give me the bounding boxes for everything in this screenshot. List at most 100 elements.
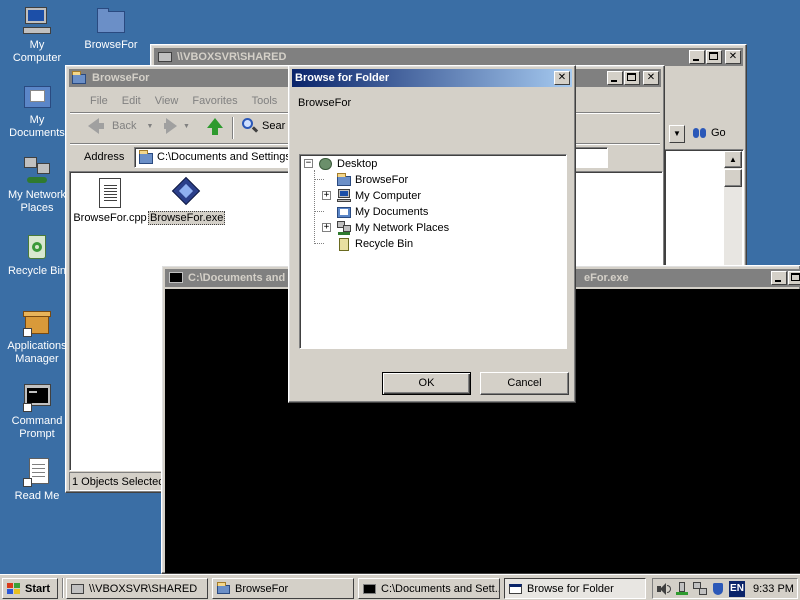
recycle-bin-icon — [336, 237, 352, 251]
start-label: Start — [25, 582, 51, 595]
folder-icon — [139, 150, 153, 164]
toolbar-separator — [232, 117, 234, 139]
task-label: Browse for Folder — [527, 582, 614, 595]
desktop-icon-label: My Network Places — [7, 189, 67, 214]
file-name: BrowseFor.cpp — [73, 212, 147, 224]
taskbar-separator — [62, 578, 64, 598]
desktop-icon-label: My Documents — [9, 114, 65, 139]
menu-tools[interactable]: Tools — [245, 95, 285, 107]
minimize-button[interactable] — [607, 71, 623, 85]
console-title: C:\Documents and — [188, 272, 286, 284]
desktop-icon-label: My Computer — [12, 39, 62, 64]
tree-line — [314, 243, 324, 244]
minimize-button[interactable] — [771, 271, 787, 285]
maximize-button[interactable] — [706, 50, 722, 64]
desktop-icon-browsefor[interactable]: BrowseFor — [73, 5, 149, 52]
scroll-thumb[interactable] — [724, 169, 742, 187]
language-indicator[interactable]: EN — [729, 581, 745, 597]
task-browse-for-folder[interactable]: Browse for Folder — [504, 578, 646, 599]
read-me-icon — [21, 456, 53, 488]
task-label: C:\Documents and Sett... — [381, 582, 500, 595]
network-connection-icon[interactable] — [693, 582, 707, 596]
tree-item-network-places[interactable]: My Network Places — [336, 220, 449, 236]
up-folder-button[interactable] — [205, 117, 225, 137]
clock[interactable]: 9:33 PM — [753, 583, 794, 595]
task-label: \\VBOXSVR\SHARED — [89, 582, 198, 595]
task-console[interactable]: C:\Documents and Sett... — [358, 578, 500, 599]
task-browsefor[interactable]: BrowseFor — [212, 578, 354, 599]
folder-tree[interactable]: − Desktop BrowseFor + My Computer My Doc… — [299, 154, 567, 349]
scroll-up-button[interactable]: ▲ — [724, 151, 742, 168]
maximize-icon — [709, 52, 718, 60]
console-title-tail: eFor.exe — [584, 272, 629, 284]
tree-expander-network-places[interactable]: + — [322, 223, 331, 232]
folder-icon — [72, 70, 88, 86]
network-folder-icon — [157, 49, 173, 65]
my-documents-icon — [336, 205, 352, 219]
minimize-button[interactable] — [689, 50, 705, 64]
desktop-icon-applications-manager[interactable]: Applications Manager — [0, 306, 75, 366]
dropdown-icon: ▼ — [146, 122, 154, 130]
forward-button[interactable]: ▼ — [164, 118, 190, 134]
tree-item-desktop[interactable]: Desktop — [318, 156, 377, 172]
search-label: Sear — [262, 120, 286, 132]
close-button[interactable]: ✕ — [725, 50, 741, 64]
maximize-icon — [627, 73, 636, 81]
cpp-file-icon — [99, 178, 121, 208]
file-item[interactable]: BrowseFor.exe — [148, 176, 226, 225]
shared-window-titlebar[interactable]: \\VBOXSVR\SHARED ✕ — [154, 48, 743, 66]
back-label: Back — [112, 120, 137, 132]
window-icon — [509, 582, 523, 596]
shared-window-title: \\VBOXSVR\SHARED — [177, 51, 287, 63]
tree-item-my-computer[interactable]: My Computer — [336, 188, 421, 204]
tree-item-recycle-bin[interactable]: Recycle Bin — [336, 236, 413, 252]
menu-file[interactable]: File — [70, 95, 115, 107]
shared-go-area: ▼ Go — [669, 123, 744, 145]
folder-icon — [336, 173, 352, 187]
tree-line — [314, 211, 324, 212]
close-icon: ✕ — [646, 72, 656, 83]
tree-item-my-documents[interactable]: My Documents — [336, 204, 428, 220]
close-button[interactable]: ✕ — [554, 71, 570, 85]
close-icon: ✕ — [557, 72, 567, 83]
close-button[interactable]: ✕ — [643, 71, 659, 85]
search-button[interactable]: Sear — [242, 118, 285, 134]
tree-expander-my-computer[interactable]: + — [322, 191, 331, 200]
go-label: Go — [711, 127, 726, 139]
volume-icon[interactable] — [657, 582, 671, 596]
file-item[interactable]: BrowseFor.cpp — [72, 178, 148, 224]
browse-folder-dialog[interactable]: Browse for Folder ✕ BrowseFor − Desktop … — [288, 65, 576, 403]
back-button[interactable]: Back ▼ — [88, 118, 153, 134]
desktop-icon-my-computer[interactable]: My Computer — [0, 5, 75, 65]
folder-icon — [217, 581, 231, 596]
tree-expander-desktop[interactable]: − — [304, 159, 313, 168]
task-shared-window[interactable]: \\VBOXSVR\SHARED — [66, 578, 208, 599]
console-icon — [168, 270, 184, 286]
desktop-icon-network-places[interactable]: My Network Places — [0, 155, 75, 215]
safely-remove-icon[interactable] — [675, 582, 689, 596]
desktop-icon-my-documents[interactable]: My Documents — [0, 80, 75, 140]
cancel-button[interactable]: Cancel — [480, 372, 569, 395]
menu-favorites[interactable]: Favorites — [185, 95, 244, 107]
maximize-button[interactable] — [788, 271, 800, 285]
menu-edit[interactable]: Edit — [115, 95, 148, 107]
desktop-icon-recycle-bin[interactable]: Recycle Bin — [0, 231, 75, 278]
dialog-titlebar[interactable]: Browse for Folder ✕ — [292, 69, 572, 87]
menu-view[interactable]: View — [148, 95, 186, 107]
minimize-icon — [775, 280, 781, 282]
go-button[interactable]: Go — [693, 126, 726, 140]
dropdown-arrow-button[interactable]: ▼ — [669, 125, 685, 143]
tree-item-label: Desktop — [337, 158, 378, 170]
desktop-icon-read-me[interactable]: Read Me — [0, 456, 75, 503]
minimize-icon — [611, 80, 617, 82]
close-icon: ✕ — [728, 51, 738, 62]
tree-item-browsefor[interactable]: BrowseFor — [336, 172, 408, 188]
taskbar: Start \\VBOXSVR\SHARED BrowseFor C:\Docu… — [0, 574, 800, 600]
desktop-icon-command-prompt[interactable]: Command Prompt — [0, 381, 75, 441]
maximize-button[interactable] — [624, 71, 640, 85]
desktop-icon-label: BrowseFor — [84, 39, 138, 51]
my-documents-icon — [21, 80, 53, 112]
start-button[interactable]: Start — [2, 578, 58, 599]
security-icon[interactable] — [711, 582, 725, 596]
ok-button[interactable]: OK — [382, 372, 471, 395]
